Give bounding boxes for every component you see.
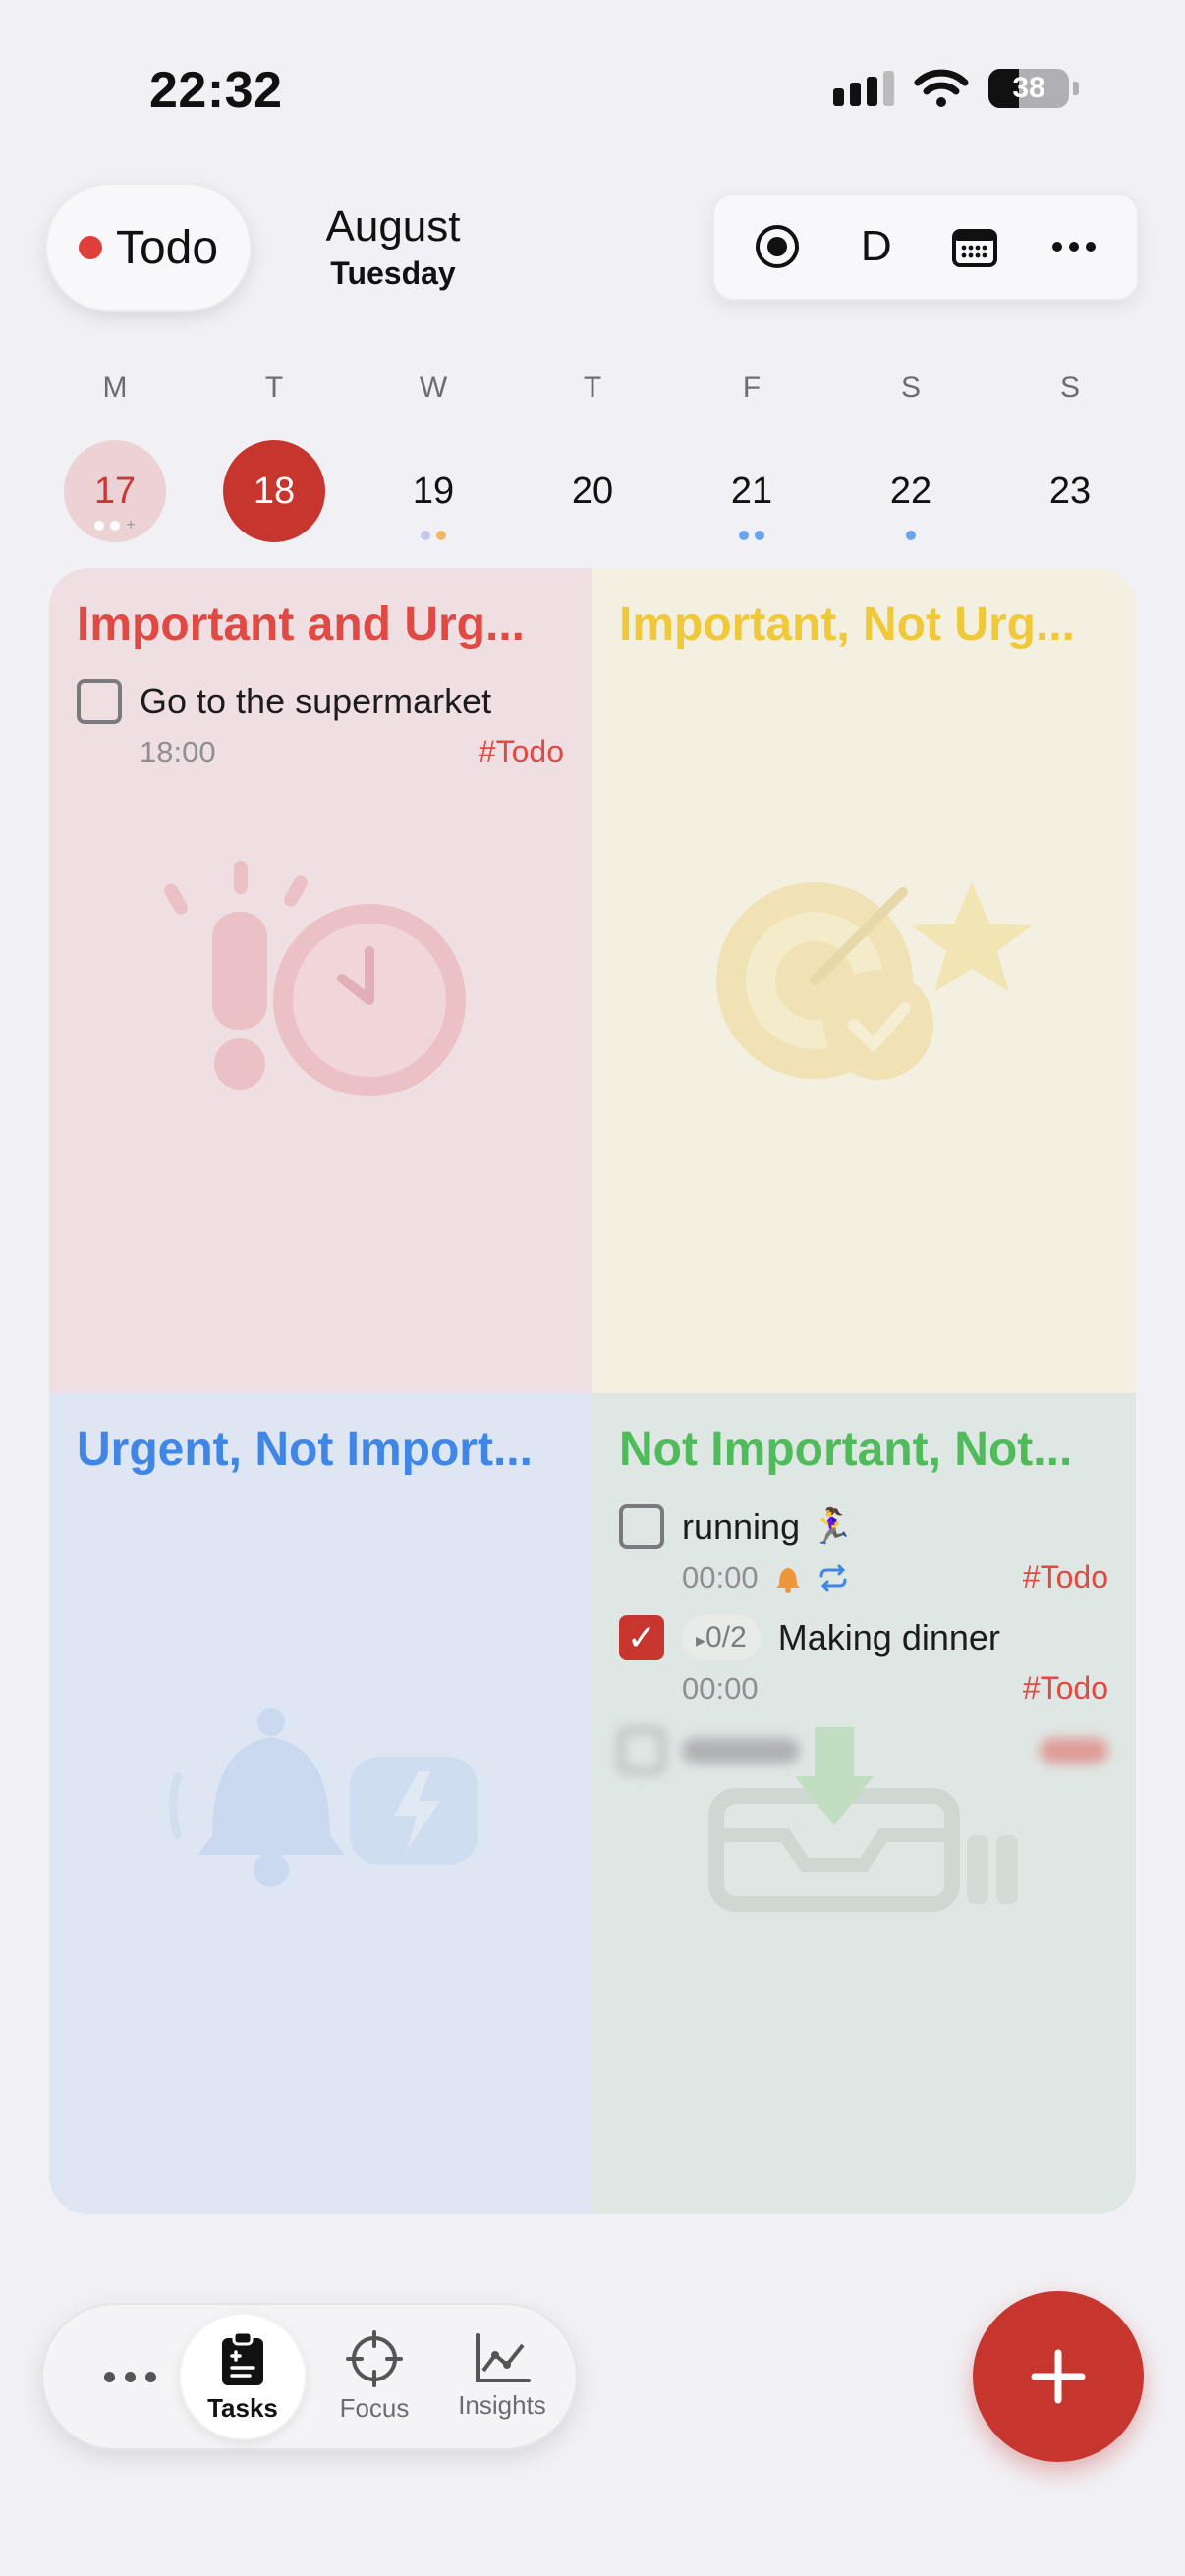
battery-level: 38 (1012, 72, 1045, 104)
app-screen: 22:32 38 Todo August Tuesday D M 17 + T … (0, 0, 1185, 2576)
day-number-selected: 18 (223, 440, 325, 542)
crosshair-icon (346, 2329, 403, 2387)
tab-tasks[interactable]: Tasks (179, 2313, 307, 2440)
day-number: 19 (412, 470, 455, 512)
task-checkbox[interactable] (619, 1728, 664, 1773)
tab-focus[interactable]: Focus (310, 2313, 438, 2440)
weekday-letter: T (264, 371, 284, 404)
task-title: Go to the supermarket (140, 681, 492, 721)
more-tabs-button[interactable] (90, 2352, 169, 2401)
weekday-letter: T (583, 371, 602, 404)
task-item[interactable]: ✓ ▸0/2 Making dinner 00:00 #Todo (619, 1615, 1108, 1707)
task-title: running 🏃‍♀️ (682, 1506, 854, 1546)
chart-line-icon (476, 2332, 531, 2382)
list-color-dot (78, 236, 102, 259)
quadrant-important-urgent[interactable]: Important and Urg... Go to the supermark… (49, 568, 592, 1393)
plus-icon (1031, 2349, 1086, 2404)
quadrant-not-important-not-urgent[interactable]: Not Important, Not... running 🏃‍♀️ 00:00 (592, 1393, 1136, 2214)
battery-icon: 38 (988, 69, 1069, 108)
more-options-button[interactable] (1035, 207, 1113, 286)
tab-insights[interactable]: Insights (438, 2313, 566, 2440)
task-dots (672, 531, 831, 540)
calendar-icon (952, 229, 998, 267)
quadrant-urgent-not-important[interactable]: Urgent, Not Import... (49, 1393, 592, 2214)
list-name: Todo (115, 221, 219, 274)
target-star-illustration-icon (592, 853, 1136, 1108)
task-time: 18:00 (140, 734, 216, 769)
status-icons: 38 (833, 69, 1079, 108)
calendar-button[interactable] (935, 207, 1014, 286)
task-tag[interactable]: #Todo (479, 734, 564, 770)
day-cell-mon[interactable]: M 17 + (35, 371, 195, 542)
repeat-icon (819, 1564, 847, 1591)
bell-icon (775, 1567, 800, 1593)
quadrant-title: Urgent, Not Import... (77, 1424, 533, 1476)
tab-label: Insights (458, 2389, 546, 2420)
task-tag[interactable]: #Todo (1023, 1670, 1108, 1707)
record-icon (756, 225, 800, 268)
bell-notification-illustration-icon (49, 1688, 592, 1904)
quadrant-title: Important and Urg... (77, 598, 525, 650)
task-item[interactable]: running 🏃‍♀️ 00:00 #Todo (619, 1504, 1108, 1596)
day-cell-thu[interactable]: T 20 (513, 371, 672, 542)
date-header[interactable]: August Tuesday (295, 202, 491, 292)
day-view-button[interactable]: D (837, 207, 916, 286)
task-checkbox[interactable] (77, 679, 122, 724)
wifi-icon (914, 69, 969, 107)
weekday-letter: W (419, 371, 448, 404)
day-cell-wed[interactable]: W 19 (354, 371, 513, 542)
weekday-letter: S (900, 371, 921, 404)
day-number: 23 (1048, 470, 1092, 512)
add-task-button[interactable] (973, 2291, 1144, 2462)
subtask-count: 0/2 (705, 1621, 747, 1653)
alarm-clock-illustration-icon (49, 853, 592, 1108)
weekday-label: Tuesday (330, 255, 456, 291)
day-view-letter: D (860, 222, 892, 270)
task-item[interactable]: Go to the supermarket 18:00 #Todo (77, 679, 564, 770)
list-selector-button[interactable]: Todo (45, 183, 252, 312)
week-strip: M 17 + T 18 W 19 T 20 F 21 S 22 S 23 (35, 371, 1150, 542)
day-cell-tue[interactable]: T 18 (195, 371, 354, 542)
day-cell-fri[interactable]: F 21 (672, 371, 831, 542)
eisenhower-matrix: Important and Urg... Go to the supermark… (49, 568, 1136, 2214)
ellipsis-icon (1051, 242, 1096, 252)
weekday-letter: S (1059, 371, 1080, 404)
task-dots (831, 531, 990, 540)
quadrant-title: Not Important, Not... (619, 1424, 1073, 1476)
focus-target-button[interactable] (738, 207, 817, 286)
status-time: 22:32 (149, 62, 283, 119)
bottom-tab-bar: Tasks Focus Insights (41, 2303, 578, 2450)
task-dots: + (35, 518, 195, 533)
weekday-letter: F (742, 371, 762, 404)
task-tag[interactable]: #Todo (1023, 1559, 1108, 1596)
tab-label: Tasks (207, 2392, 278, 2423)
day-number: 21 (730, 470, 773, 512)
day-number: 20 (571, 470, 614, 512)
task-checkbox[interactable] (619, 1504, 664, 1549)
task-dots (354, 531, 513, 540)
task-checkbox-checked[interactable]: ✓ (619, 1615, 664, 1660)
tab-label: Focus (339, 2392, 410, 2423)
task-time: 00:00 (682, 1559, 759, 1595)
day-cell-sun[interactable]: S 23 (990, 371, 1150, 542)
cellular-signal-icon (833, 71, 894, 106)
view-toolbar: D (712, 193, 1139, 301)
task-title: Making dinner (777, 1617, 1000, 1657)
battery-tip (1073, 82, 1079, 95)
quadrant-important-not-urgent[interactable]: Important, Not Urg... (592, 568, 1136, 1393)
quadrant-title: Important, Not Urg... (619, 598, 1075, 650)
day-number: 22 (889, 470, 932, 512)
task-time: 00:00 (682, 1670, 759, 1706)
weekday-letter: M (102, 371, 128, 404)
day-cell-sat[interactable]: S 22 (831, 371, 990, 542)
subtask-progress[interactable]: ▸0/2 (682, 1615, 761, 1660)
month-label: August (325, 202, 461, 251)
task-item-blurred[interactable] (619, 1728, 1108, 1773)
clipboard-icon (222, 2330, 263, 2385)
